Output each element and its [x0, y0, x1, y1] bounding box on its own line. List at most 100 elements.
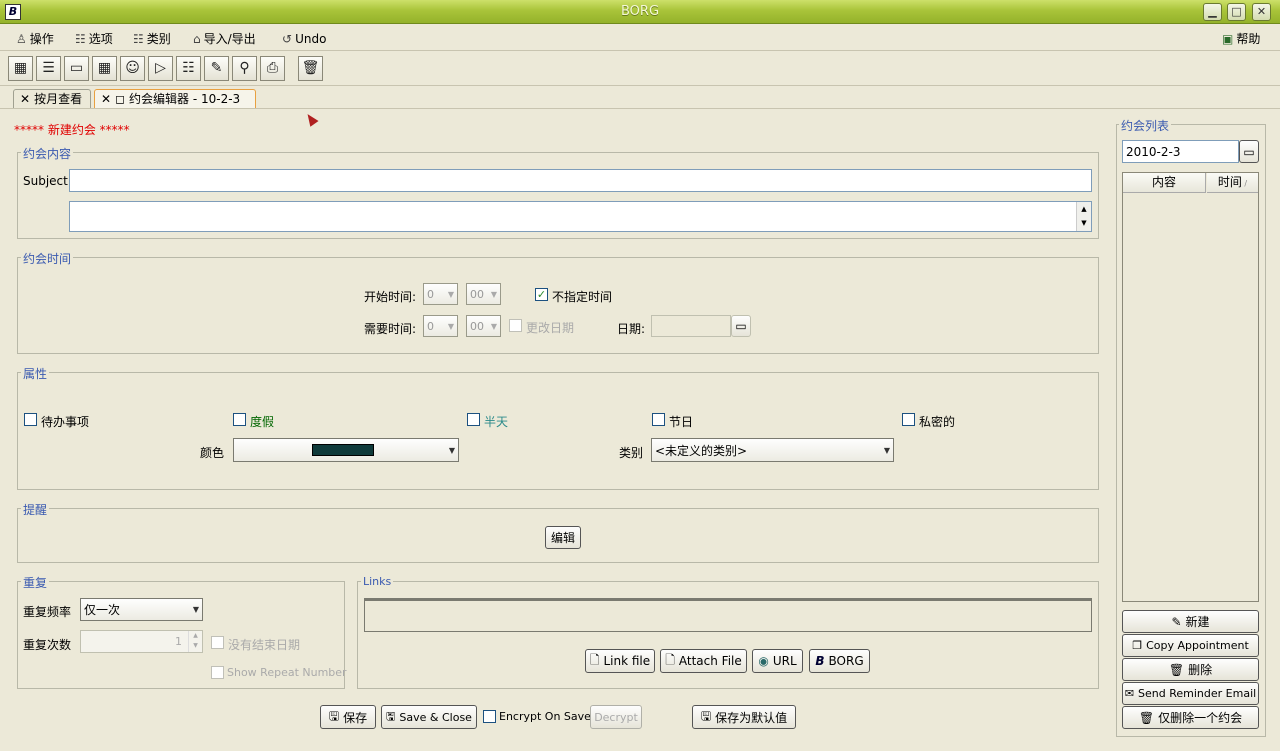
borg-link-button[interactable]: B BORG	[809, 649, 870, 673]
decrypt-button[interactable]: Decrypt	[590, 705, 642, 729]
checklist-icon[interactable]: ☷	[176, 56, 201, 81]
calendar-picker-icon[interactable]: ▭	[1239, 140, 1259, 163]
duration-minute-select[interactable]: 00 ▼	[466, 315, 501, 337]
url-button[interactable]: ◉ URL	[752, 649, 803, 673]
menu-import-export[interactable]: ⌂ 导入/导出	[193, 30, 256, 48]
vacation-checkbox[interactable]	[233, 413, 246, 426]
close-icon[interactable]: ✕	[101, 90, 111, 108]
button-label: 保存	[343, 710, 368, 725]
column-header-content[interactable]: 内容	[1123, 173, 1206, 193]
delete-button[interactable]: 🗑 删除	[1122, 658, 1259, 681]
button-label: BORG	[828, 654, 864, 668]
no-end-date-checkbox[interactable]	[211, 636, 224, 649]
menu-categories[interactable]: ☷ 类别	[133, 30, 171, 48]
window-title: BORG	[620, 4, 660, 19]
color-label: 颜色	[200, 446, 225, 460]
todo-label: 待办事项	[41, 415, 90, 429]
address-book-icon[interactable]: ☺	[120, 56, 145, 81]
repeat-frequency-select[interactable]: 仅一次 ▼	[80, 598, 203, 621]
trash-icon[interactable]: 🗑	[298, 56, 323, 81]
day-icon[interactable]: ▭	[64, 56, 89, 81]
halfday-checkbox[interactable]	[467, 413, 480, 426]
memo-icon[interactable]: ✎	[204, 56, 229, 81]
close-button[interactable]: ✕	[1252, 3, 1271, 21]
copy-appointment-button[interactable]: ❐ Copy Appointment	[1122, 634, 1259, 657]
button-label: Save & Close	[399, 710, 472, 724]
change-date-checkbox[interactable]	[509, 319, 522, 332]
body-textarea[interactable]	[69, 201, 1092, 232]
encrypt-checkbox[interactable]	[483, 710, 496, 723]
start-hour-select[interactable]: 0 ▼	[423, 283, 458, 305]
repeat-times-spinner[interactable]: 1	[80, 630, 203, 653]
category-select[interactable]: <未定义的类别> ▼	[651, 438, 894, 462]
column-label: 时间	[1217, 175, 1242, 189]
attach-file-button[interactable]: 🗋 Attach File	[660, 649, 747, 673]
untimed-checkbox[interactable]: ✓	[535, 288, 548, 301]
week-icon[interactable]: ☰	[36, 56, 61, 81]
new-appointment-label: ***** 新建约会 *****	[14, 123, 130, 137]
menu-options[interactable]: ☷ 选项	[75, 30, 113, 48]
menu-label: 类别	[146, 32, 171, 46]
list-date-input[interactable]	[1122, 140, 1239, 163]
maximize-button[interactable]: □	[1227, 3, 1246, 21]
delete-one-occurrence-button[interactable]: 🗑 仅删除一个约会	[1122, 706, 1259, 729]
column-header-time[interactable]: 时间 /	[1207, 173, 1258, 193]
save-button[interactable]: 🖫 保存	[320, 705, 376, 729]
button-label: Link file	[603, 654, 651, 668]
subject-input[interactable]	[69, 169, 1092, 192]
show-repeat-number-checkbox[interactable]	[211, 666, 224, 679]
edit-task-icon[interactable]: ▷	[148, 56, 173, 81]
time-group	[17, 257, 1099, 354]
date-input[interactable]	[651, 315, 731, 337]
private-checkbox[interactable]	[902, 413, 915, 426]
menu-actions[interactable]: ♙ 操作	[16, 30, 54, 48]
start-time-label: 开始时间:	[364, 290, 417, 304]
year-grid-icon[interactable]: ▦	[92, 56, 117, 81]
properties-group-title: 属性	[21, 365, 50, 382]
menu-help[interactable]: ▣ 帮助	[1222, 30, 1260, 48]
start-minute-select[interactable]: 00 ▼	[466, 283, 501, 305]
chevron-down-icon: ▼	[447, 289, 454, 299]
copy-icon: ❐	[1132, 639, 1143, 652]
send-reminder-email-button[interactable]: ✉ Send Reminder Email	[1122, 682, 1259, 705]
date-label: 日期:	[617, 322, 646, 336]
sort-arrow-icon: /	[1241, 179, 1248, 188]
menu-undo[interactable]: ↺ Undo	[282, 30, 326, 48]
button-label: 新建	[1185, 615, 1210, 629]
undo-icon: ↺	[282, 32, 293, 46]
menu-bar	[0, 25, 1280, 51]
change-date-label: 更改日期	[526, 321, 575, 335]
todo-checkbox[interactable]	[24, 413, 37, 426]
tab-appointment-editor[interactable]: ✕ ◻ 约会编辑器 - 10-2-3	[94, 89, 256, 108]
tab-label: 约会编辑器 - 10-2-3	[129, 92, 241, 106]
links-list[interactable]	[364, 598, 1092, 632]
color-select[interactable]: ▼	[233, 438, 459, 462]
save-as-default-button[interactable]: 🖫 保存为默认值	[692, 705, 796, 729]
menu-label: 选项	[88, 32, 113, 46]
reminder-group-title: 提醒	[21, 501, 50, 518]
print-icon[interactable]: ⎙	[260, 56, 285, 81]
holiday-checkbox[interactable]	[652, 413, 665, 426]
chevron-down-icon: ▼	[448, 445, 455, 455]
spinner-arrows-icon[interactable]: ▲ ▼	[188, 631, 202, 652]
maximize-icon[interactable]: ◻	[115, 90, 125, 108]
month-grid-icon[interactable]: ▦	[8, 56, 33, 81]
body-scrollbar[interactable]: ▲ ▼	[1076, 202, 1091, 231]
select-value: 仅一次	[84, 603, 121, 617]
calendar-picker-icon[interactable]: ▭	[731, 315, 751, 337]
link-file-button[interactable]: 🗋 Link file	[585, 649, 655, 673]
home-icon: ⌂	[193, 32, 201, 46]
new-appointment-button[interactable]: ✎ 新建	[1122, 610, 1259, 633]
appointment-table[interactable]	[1122, 172, 1259, 602]
close-icon[interactable]: ✕	[20, 90, 30, 108]
floppy-icon: 🖫	[328, 708, 340, 723]
search-binoculars-icon[interactable]: ⚲	[232, 56, 257, 81]
encrypt-label: Encrypt On Save	[499, 710, 591, 723]
tab-month-view[interactable]: ✕ 按月查看	[13, 89, 91, 108]
reminder-edit-button[interactable]: 编辑	[545, 526, 581, 549]
untimed-label: 不指定时间	[552, 290, 613, 304]
duration-hour-select[interactable]: 0 ▼	[423, 315, 458, 337]
chevron-down-icon: ▼	[490, 289, 497, 299]
save-close-button[interactable]: 🖫 Save & Close	[381, 705, 477, 729]
minimize-button[interactable]: ▁	[1203, 3, 1222, 21]
